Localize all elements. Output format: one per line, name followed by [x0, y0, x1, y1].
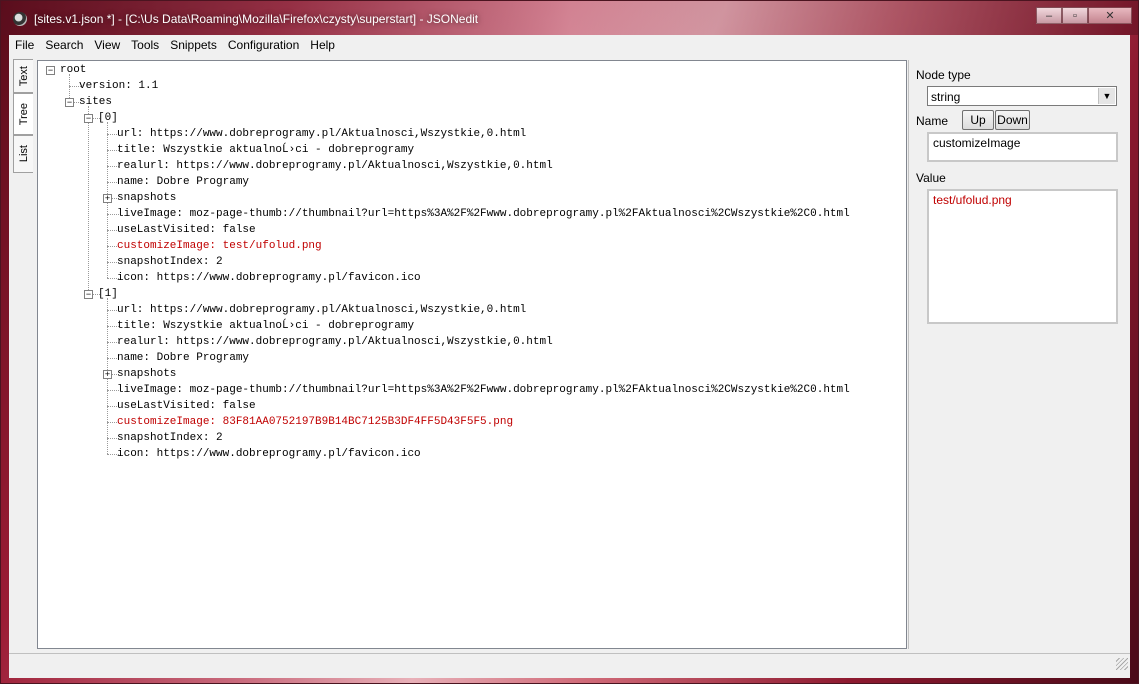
- tree-node[interactable]: icon: https://www.dobreprogramy.pl/favic…: [117, 270, 421, 286]
- tree-node[interactable]: [1]: [98, 286, 118, 302]
- tree-node[interactable]: liveImage: moz-page-thumb://thumbnail?ur…: [117, 206, 850, 222]
- tree-expander-icon[interactable]: −: [65, 98, 74, 107]
- tree-expander-icon[interactable]: −: [46, 66, 55, 75]
- menu-tools[interactable]: Tools: [125, 38, 164, 52]
- menu-help[interactable]: Help: [304, 38, 340, 52]
- tree-node[interactable]: realurl: https://www.dobreprogramy.pl/Ak…: [117, 334, 553, 350]
- tree-expander-icon[interactable]: −: [84, 114, 93, 123]
- chevron-down-icon[interactable]: ▼: [1098, 88, 1115, 104]
- view-tabs: Text Tree List: [13, 59, 35, 173]
- tree-node[interactable]: name: Dobre Programy: [117, 174, 249, 190]
- menu-bar: File Search View Tools Snippets Configur…: [9, 35, 1130, 55]
- tree-node[interactable]: snapshotIndex: 2: [117, 430, 223, 446]
- tree-node[interactable]: title: Wszystkie aktualnoĹ›ci - dobrepro…: [117, 318, 414, 334]
- tree-expander-icon[interactable]: +: [103, 194, 112, 203]
- window-title: [sites.v1.json *] - [C:\Us Data\Roaming\…: [34, 12, 479, 26]
- title-bar[interactable]: [sites.v1.json *] - [C:\Us Data\Roaming\…: [1, 1, 1138, 35]
- up-button[interactable]: Up: [962, 110, 994, 130]
- name-field[interactable]: customizeImage: [927, 132, 1118, 162]
- tree-expander-icon[interactable]: −: [84, 290, 93, 299]
- tree-node[interactable]: url: https://www.dobreprogramy.pl/Aktual…: [117, 126, 526, 142]
- status-bar: [9, 653, 1130, 672]
- minimize-button[interactable]: –: [1036, 7, 1062, 24]
- tree-node[interactable]: sites: [79, 94, 112, 110]
- close-button[interactable]: ✕: [1088, 7, 1132, 24]
- menu-view[interactable]: View: [88, 38, 125, 52]
- name-label: Name: [916, 114, 949, 128]
- tree-node[interactable]: realurl: https://www.dobreprogramy.pl/Ak…: [117, 158, 553, 174]
- resize-grip-icon[interactable]: [1116, 658, 1128, 670]
- tree-node[interactable]: customizeImage: test/ufolud.png: [117, 238, 322, 254]
- tree-node[interactable]: url: https://www.dobreprogramy.pl/Aktual…: [117, 302, 526, 318]
- menu-snippets[interactable]: Snippets: [164, 38, 222, 52]
- value-label: Value: [916, 171, 946, 185]
- tree-node[interactable]: useLastVisited: false: [117, 398, 256, 414]
- tree-connector-line: [88, 106, 89, 294]
- tree-node[interactable]: snapshots: [117, 190, 176, 206]
- node-type-value: string: [931, 90, 961, 104]
- client-area: File Search View Tools Snippets Configur…: [9, 35, 1130, 678]
- tree-node[interactable]: liveImage: moz-page-thumb://thumbnail?ur…: [117, 382, 850, 398]
- jsonedit-app-icon[interactable]: [13, 12, 27, 26]
- tree-node[interactable]: icon: https://www.dobreprogramy.pl/favic…: [117, 446, 421, 462]
- menu-configuration[interactable]: Configuration: [222, 38, 304, 52]
- value-field[interactable]: test/ufolud.png: [927, 189, 1118, 324]
- node-type-select[interactable]: string ▼: [927, 86, 1117, 106]
- tree-expander-icon[interactable]: +: [103, 370, 112, 379]
- tree-node[interactable]: root: [60, 62, 86, 78]
- down-button[interactable]: Down: [995, 110, 1030, 130]
- maximize-button[interactable]: ▫: [1062, 7, 1088, 24]
- tree-node[interactable]: snapshotIndex: 2: [117, 254, 223, 270]
- tree-node[interactable]: snapshots: [117, 366, 176, 382]
- tree-node[interactable]: title: Wszystkie aktualnoĹ›ci - dobrepro…: [117, 142, 414, 158]
- tree-node[interactable]: name: Dobre Programy: [117, 350, 249, 366]
- tree-node[interactable]: version: 1.1: [79, 78, 158, 94]
- node-type-label: Node type: [916, 68, 971, 82]
- tab-list[interactable]: List: [13, 135, 33, 173]
- tab-text[interactable]: Text: [13, 59, 33, 93]
- json-tree-view[interactable]: − root version: 1.1− sites − [0] url: https://…: [37, 60, 907, 649]
- app-window: [sites.v1.json *] - [C:\Us Data\Roaming\…: [0, 0, 1139, 684]
- tree-node[interactable]: [0]: [98, 110, 118, 126]
- tab-tree[interactable]: Tree: [13, 93, 33, 135]
- tree-node[interactable]: useLastVisited: false: [117, 222, 256, 238]
- menu-file[interactable]: File: [9, 38, 39, 52]
- menu-search[interactable]: Search: [39, 38, 88, 52]
- tree-node[interactable]: customizeImage: 83F81AA0752197B9B14BC712…: [117, 414, 513, 430]
- properties-panel: Node type string ▼ Name Up Down customiz…: [909, 60, 1130, 649]
